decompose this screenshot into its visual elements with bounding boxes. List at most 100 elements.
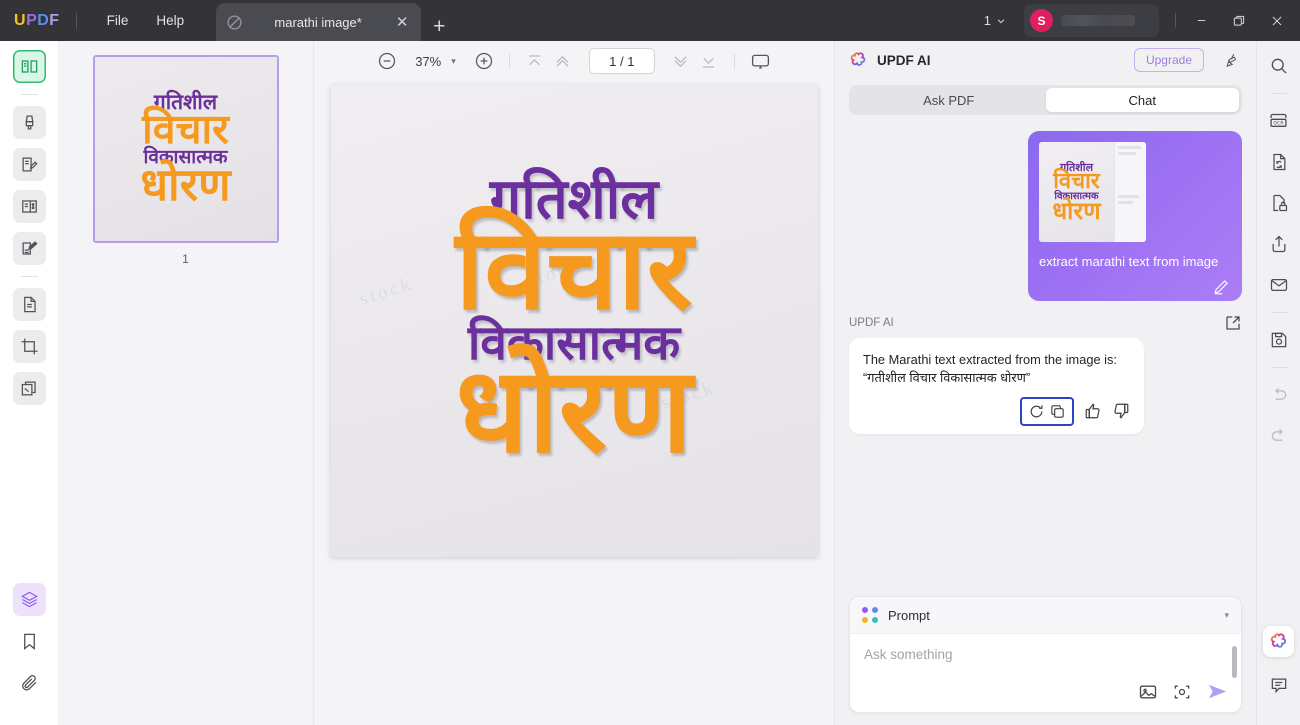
copy-icon[interactable] bbox=[1048, 402, 1067, 421]
rail-divider-2 bbox=[20, 276, 38, 277]
updf-logo[interactable]: U P D F bbox=[14, 12, 60, 30]
close-tab-icon[interactable]: ✕ bbox=[393, 15, 411, 30]
email-icon[interactable] bbox=[1264, 270, 1294, 300]
sidebar-edit-pdf-icon[interactable] bbox=[12, 148, 46, 181]
chevron-down-icon bbox=[997, 18, 1005, 23]
thumbs-up-icon[interactable] bbox=[1083, 402, 1102, 421]
right-rail-divider-1 bbox=[1270, 93, 1287, 94]
attachment-bar bbox=[1118, 146, 1141, 149]
attachment-line-4: धोरण bbox=[1052, 196, 1101, 225]
minimize-button[interactable] bbox=[1182, 0, 1220, 41]
prompt-selector[interactable]: Prompt ▾ bbox=[850, 597, 1241, 634]
screenshot-area-icon[interactable] bbox=[1172, 682, 1192, 702]
new-tab-icon[interactable]: + bbox=[433, 16, 445, 41]
message-attachment-thumbnail[interactable]: गतिशील विचार विकासात्मक धोरण bbox=[1039, 142, 1146, 242]
close-window-button[interactable] bbox=[1258, 0, 1296, 41]
first-page-icon bbox=[529, 54, 541, 65]
sidebar-convert-icon[interactable] bbox=[12, 288, 46, 321]
save-icon[interactable] bbox=[1264, 325, 1294, 355]
viewer-toolbar: 37% ▾ 1 / 1 bbox=[314, 41, 834, 81]
main-body: गतिशील विचार विकासात्मक धोरण 1 37% ▾ 1 /… bbox=[0, 41, 1300, 725]
ai-message-line-1: The Marathi text extracted from the imag… bbox=[863, 351, 1117, 367]
sidebar-batch-icon[interactable] bbox=[12, 372, 46, 405]
convert-icon[interactable] bbox=[1264, 147, 1294, 177]
next-page-button[interactable] bbox=[667, 47, 695, 75]
previous-page-icon bbox=[556, 55, 569, 67]
first-page-button[interactable] bbox=[521, 47, 549, 75]
sidebar-layers-icon[interactable] bbox=[12, 583, 46, 616]
attachment-line-2: विचार bbox=[1053, 168, 1100, 194]
rail-divider bbox=[20, 94, 38, 95]
search-icon[interactable] bbox=[1264, 51, 1294, 81]
ai-panel-header: UPDF AI Upgrade bbox=[835, 41, 1256, 79]
chevron-down-icon[interactable]: ▾ bbox=[1224, 610, 1229, 621]
tab-chat[interactable]: Chat bbox=[1045, 88, 1239, 112]
sidebar-attachment-icon[interactable] bbox=[13, 667, 46, 700]
menu-file[interactable]: File bbox=[93, 7, 143, 34]
prompt-input-actions bbox=[1138, 680, 1229, 703]
window-controls-group: 1 S bbox=[976, 0, 1300, 41]
comment-icon[interactable] bbox=[1264, 670, 1294, 700]
open-external-icon[interactable] bbox=[1224, 314, 1242, 332]
window-count-selector[interactable]: 1 bbox=[976, 13, 1014, 28]
ai-message-bubble[interactable]: The Marathi text extracted from the imag… bbox=[849, 337, 1144, 434]
ocr-icon[interactable]: OCR bbox=[1264, 106, 1294, 136]
prompt-dots-icon bbox=[862, 607, 878, 623]
send-icon[interactable] bbox=[1206, 680, 1229, 703]
prompt-box: Prompt ▾ Ask something bbox=[849, 596, 1242, 713]
canvas-area[interactable]: stock stock stock गतिशील विचार विकासात्म… bbox=[314, 81, 834, 725]
user-message-bubble[interactable]: गतिशील विचार विकासात्मक धोरण extract mar… bbox=[1028, 131, 1242, 301]
chat-message-list[interactable]: गतिशील विचार विकासात्मक धोरण extract mar… bbox=[835, 115, 1256, 596]
protect-icon[interactable] bbox=[1264, 188, 1294, 218]
tab-title: marathi image* bbox=[274, 14, 362, 30]
zoom-out-button[interactable] bbox=[373, 47, 401, 75]
undo-icon[interactable] bbox=[1264, 380, 1294, 410]
restore-icon bbox=[1233, 15, 1245, 26]
right-rail-divider-2 bbox=[1270, 312, 1287, 313]
prompt-input-wrapper[interactable]: Ask something bbox=[850, 634, 1241, 712]
user-name-blurred bbox=[1061, 15, 1135, 26]
thumbnail-preview: गतिशील विचार विकासात्मक धोरण bbox=[94, 57, 277, 241]
zoom-level-value[interactable]: 37% bbox=[401, 54, 447, 69]
document-text-block: गतिशील विचार विकासात्मक धोरण bbox=[331, 85, 818, 557]
right-rail-bottom bbox=[1263, 626, 1294, 725]
user-account-chip[interactable]: S bbox=[1024, 4, 1159, 37]
document-tab[interactable]: marathi image* ✕ bbox=[216, 3, 422, 41]
window-count-value: 1 bbox=[983, 13, 991, 28]
ai-sender-label: UPDF AI bbox=[849, 316, 894, 329]
updf-ai-icon[interactable] bbox=[1263, 626, 1294, 657]
attachment-preview-sidebar bbox=[1114, 142, 1146, 242]
avatar: S bbox=[1030, 9, 1053, 32]
ai-panel-title: UPDF AI bbox=[877, 52, 931, 68]
updf-ai-icon bbox=[849, 51, 868, 70]
sidebar-reader-icon[interactable] bbox=[12, 50, 46, 83]
toolbar-divider-2 bbox=[733, 53, 735, 69]
sidebar-bookmark-icon[interactable] bbox=[13, 625, 46, 658]
toolbar-divider-1 bbox=[508, 53, 510, 69]
pencil-icon[interactable] bbox=[1212, 277, 1231, 296]
thumbnail-page-number: 1 bbox=[182, 252, 189, 266]
last-page-button[interactable] bbox=[695, 47, 723, 75]
sidebar-highlighter-icon[interactable] bbox=[12, 106, 46, 139]
presentation-mode-button[interactable] bbox=[746, 47, 775, 75]
clear-chat-button[interactable] bbox=[1219, 47, 1245, 73]
zoom-in-button[interactable] bbox=[470, 47, 498, 75]
tab-ask-pdf[interactable]: Ask PDF bbox=[852, 88, 1046, 112]
sidebar-page-organize-icon[interactable] bbox=[12, 190, 46, 223]
previous-page-button[interactable] bbox=[549, 47, 577, 75]
redo-icon[interactable] bbox=[1264, 421, 1294, 451]
thumbnail-page-1[interactable]: गतिशील विचार विकासात्मक धोरण bbox=[92, 55, 279, 243]
thumbs-down-icon[interactable] bbox=[1111, 402, 1130, 421]
upgrade-button[interactable]: Upgrade bbox=[1133, 48, 1204, 72]
page-number-input[interactable]: 1 / 1 bbox=[588, 48, 655, 74]
share-icon[interactable] bbox=[1264, 229, 1294, 259]
regenerate-icon[interactable] bbox=[1027, 402, 1046, 421]
menu-help[interactable]: Help bbox=[142, 7, 198, 34]
maximize-button[interactable] bbox=[1220, 0, 1258, 41]
sidebar-annotate-icon[interactable] bbox=[12, 232, 46, 265]
document-page[interactable]: stock stock stock गतिशील विचार विकासात्म… bbox=[330, 85, 818, 557]
insert-image-icon[interactable] bbox=[1138, 682, 1158, 702]
prompt-scrollbar[interactable] bbox=[1232, 646, 1237, 678]
sidebar-crop-icon[interactable] bbox=[12, 330, 46, 363]
zoom-dropdown-icon[interactable]: ▾ bbox=[447, 56, 470, 67]
